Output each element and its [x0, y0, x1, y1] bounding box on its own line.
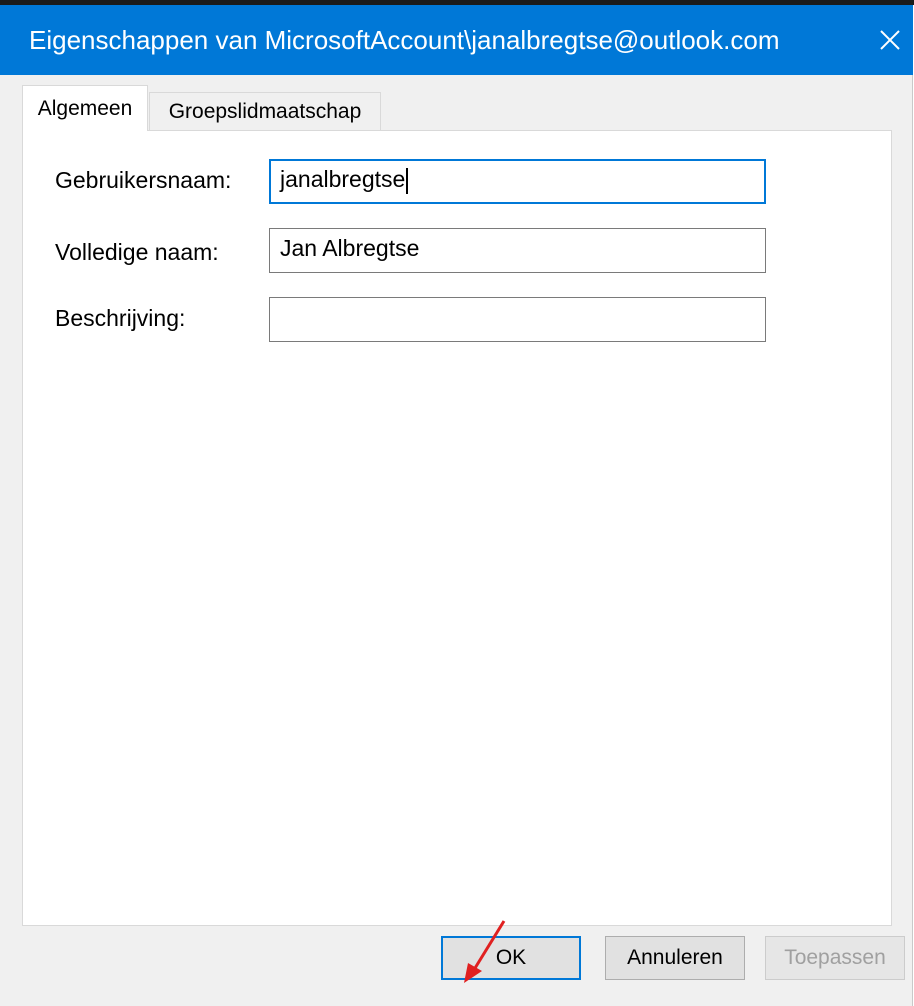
window-title: Eigenschappen van MicrosoftAccount\janal…	[29, 25, 780, 55]
description-field[interactable]	[269, 297, 766, 342]
tab-algemeen[interactable]: Algemeen	[22, 85, 148, 131]
cancel-label: Annuleren	[627, 946, 723, 969]
tab-label: Groepslidmaatschap	[168, 99, 362, 123]
tab-panel-algemeen: Gebruikersnaam: janalbregtse Volledige n…	[22, 130, 892, 926]
title-bar[interactable]: Eigenschappen van MicrosoftAccount\janal…	[0, 5, 913, 75]
properties-dialog: Eigenschappen van MicrosoftAccount\janal…	[0, 5, 913, 1006]
text-caret	[406, 167, 409, 194]
username-value: janalbregtse	[280, 166, 406, 192]
username-label: Gebruikersnaam:	[55, 167, 232, 193]
ok-label: OK	[495, 946, 527, 969]
fullname-field[interactable]: Jan Albregtse	[269, 228, 766, 273]
close-button[interactable]	[868, 15, 912, 65]
tab-groepslidmaatschap[interactable]: Groepslidmaatschap	[149, 92, 381, 130]
description-label: Beschrijving:	[55, 305, 186, 331]
apply-label: Toepassen	[784, 946, 886, 969]
tab-strip: Algemeen Groepslidmaatschap	[22, 85, 892, 131]
close-icon	[880, 30, 900, 50]
tab-label: Algemeen	[37, 96, 133, 120]
ok-button[interactable]: OK	[441, 936, 581, 980]
apply-button[interactable]: Toepassen	[765, 936, 905, 980]
cancel-button[interactable]: Annuleren	[605, 936, 745, 980]
fullname-value: Jan Albregtse	[280, 235, 420, 261]
fullname-label: Volledige naam:	[55, 239, 219, 265]
username-field[interactable]: janalbregtse	[269, 159, 766, 204]
